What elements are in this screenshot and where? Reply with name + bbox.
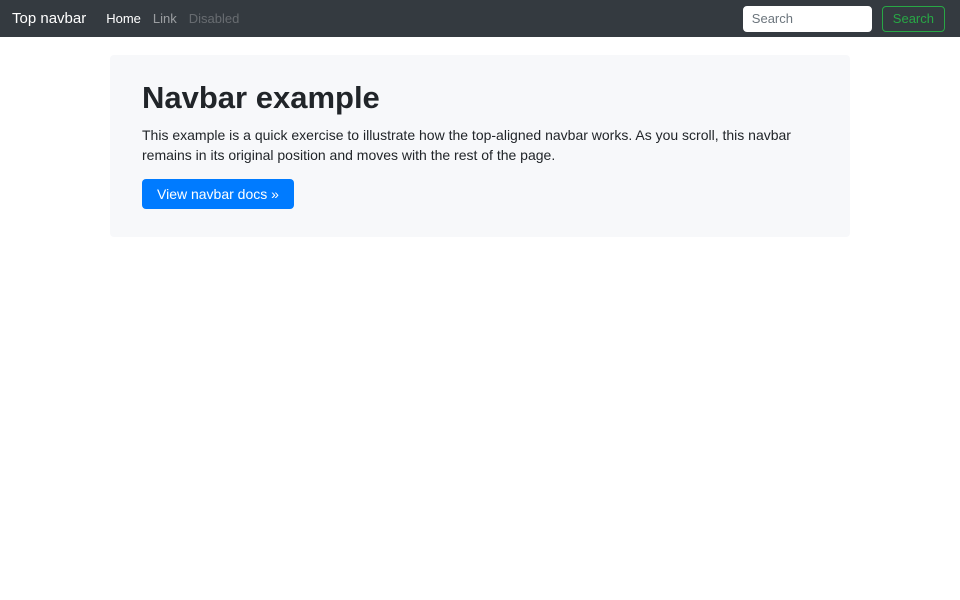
- jumbotron-description: This example is a quick exercise to illu…: [142, 127, 791, 163]
- view-navbar-docs-button[interactable]: View navbar docs »: [142, 179, 294, 209]
- jumbotron: Navbar example This example is a quick e…: [110, 55, 850, 237]
- navbar-nav: Home Link Disabled: [100, 11, 245, 26]
- nav-link-home[interactable]: Home: [100, 11, 147, 26]
- page-title: Navbar example: [142, 80, 380, 115]
- top-navbar: Top navbar Home Link Disabled Search: [0, 0, 960, 37]
- nav-link-disabled: Disabled: [188, 11, 240, 26]
- navbar-brand[interactable]: Top navbar: [12, 10, 86, 27]
- search-form: Search: [742, 5, 945, 32]
- search-button[interactable]: Search: [881, 5, 945, 32]
- main-content: Navbar example This example is a quick e…: [110, 55, 850, 237]
- search-input[interactable]: [742, 5, 872, 32]
- nav-link-link[interactable]: Link: [147, 11, 183, 26]
